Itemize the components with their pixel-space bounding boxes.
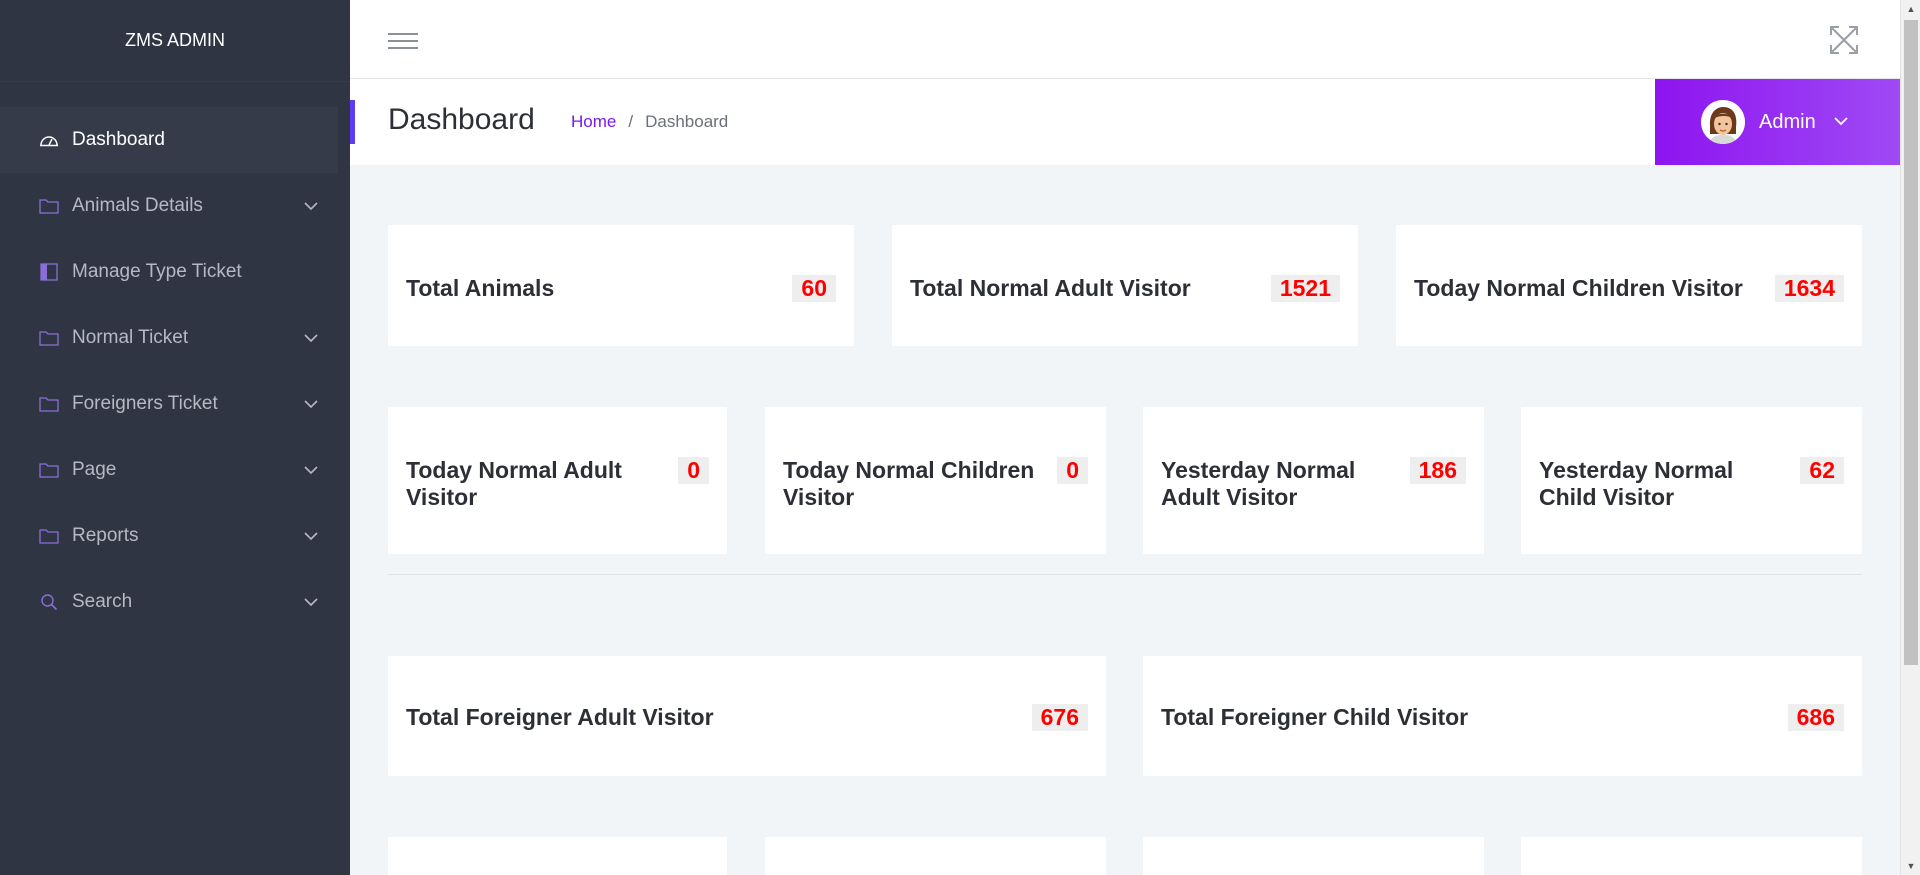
dashboard-gauge-icon xyxy=(38,129,60,151)
stat-label: Total Foreigner Child Visitor xyxy=(1161,704,1469,730)
folder-icon xyxy=(38,459,60,481)
stat-label: Yesterday Normal Adult Visitor xyxy=(1161,457,1356,510)
scrollbar-thumb[interactable] xyxy=(1904,20,1918,665)
breadcrumb-current: Dashboard xyxy=(645,112,729,131)
topbar xyxy=(350,0,1900,79)
folder-icon xyxy=(38,195,60,217)
scroll-up-arrow-icon[interactable]: ▲ xyxy=(1901,0,1920,18)
stat-label: Total Animals xyxy=(406,275,555,301)
chevron-down-icon xyxy=(302,527,320,545)
chevron-down-icon xyxy=(302,461,320,479)
stat-value: 0 xyxy=(678,457,709,484)
stat-value: 1521 xyxy=(1270,275,1340,302)
stat-value: 0 xyxy=(1057,457,1088,484)
stat-card: Total Normal Adult Visitor 1521 xyxy=(892,225,1358,346)
stat-value: 186 xyxy=(1409,457,1466,484)
stat-card: Today Normal Children Visitor 1634 xyxy=(1396,225,1862,346)
stat-label: Total Normal Adult Visitor xyxy=(910,275,1191,301)
scroll-down-arrow-icon[interactable]: ▼ xyxy=(1901,857,1920,875)
sidebar-item-label: Normal Ticket xyxy=(72,327,189,348)
stat-card xyxy=(1521,837,1862,875)
chevron-down-icon xyxy=(302,593,320,611)
sidebar-item-label: Search xyxy=(72,591,133,612)
sidebar-item-search[interactable]: Search xyxy=(0,569,350,635)
sidebar-item-reports[interactable]: Reports xyxy=(0,503,350,569)
stat-card: Today Normal Adult Visitor 0 xyxy=(388,407,727,554)
user-name: Admin xyxy=(1759,110,1816,133)
stat-label: Yesterday Normal Child Visitor xyxy=(1539,457,1734,510)
layout-icon xyxy=(38,261,60,283)
stat-card: Total Foreigner Child Visitor 686 xyxy=(1143,656,1862,776)
hamburger-menu-icon[interactable] xyxy=(388,33,418,55)
stat-card: Total Animals 60 xyxy=(388,225,854,346)
stat-card: Yesterday Normal Child Visitor 62 xyxy=(1521,407,1862,554)
search-icon xyxy=(38,591,60,613)
chevron-down-icon xyxy=(1834,113,1848,131)
fullscreen-icon[interactable] xyxy=(1828,24,1860,56)
breadcrumb-home-link[interactable]: Home xyxy=(571,112,616,132)
page-header: Dashboard Home / Dashboard Admin xyxy=(350,79,1900,165)
stat-label: Today Normal Adult Visitor xyxy=(406,457,622,510)
stat-label: Today Normal Children Visitor xyxy=(1414,275,1743,301)
stat-card xyxy=(765,837,1106,875)
stat-card xyxy=(388,837,727,875)
chevron-down-icon xyxy=(302,329,320,347)
stat-card: Yesterday Normal Adult Visitor 186 xyxy=(1143,407,1484,554)
section-divider xyxy=(388,574,1862,575)
stat-value: 60 xyxy=(792,275,836,302)
sidebar-item-label: Reports xyxy=(72,525,139,546)
sidebar-item-label: Foreigners Ticket xyxy=(72,393,218,414)
stat-label: Today Normal Children Visitor xyxy=(783,457,1035,510)
brand-logo[interactable]: ZMS ADMIN xyxy=(0,0,350,82)
chevron-down-icon xyxy=(302,197,320,215)
stat-value: 62 xyxy=(1800,457,1844,484)
chevron-down-icon xyxy=(302,395,320,413)
folder-icon xyxy=(38,525,60,547)
stat-label: Total Foreigner Adult Visitor xyxy=(406,704,714,730)
sidebar-item-label: Dashboard xyxy=(72,129,165,150)
stat-card: Total Foreigner Adult Visitor 676 xyxy=(388,656,1106,776)
sidebar-item-dashboard[interactable]: Dashboard xyxy=(0,107,338,173)
folder-icon xyxy=(38,393,60,415)
sidebar-item-label: Page xyxy=(72,459,117,480)
stat-value: 686 xyxy=(1787,704,1844,731)
sidebar-item-normal-ticket[interactable]: Normal Ticket xyxy=(0,305,350,371)
stat-card: Today Normal Children Visitor 0 xyxy=(765,407,1106,554)
user-menu-button[interactable]: Admin xyxy=(1655,79,1900,165)
breadcrumb-separator: / xyxy=(628,112,634,131)
stat-card xyxy=(1143,837,1484,875)
sidebar-menu: Dashboard Animals Details Manage Type Ti… xyxy=(0,107,350,635)
stat-value: 676 xyxy=(1031,704,1088,731)
sidebar-item-label: Animals Details xyxy=(72,195,203,216)
breadcrumb: Home / Dashboard xyxy=(571,112,728,132)
sidebar-item-label: Manage Type Ticket xyxy=(72,261,242,282)
page-scrollbar[interactable]: ▲ ▼ xyxy=(1900,0,1920,875)
sidebar-item-animals-details[interactable]: Animals Details xyxy=(0,173,350,239)
folder-icon xyxy=(38,327,60,349)
stat-value: 1634 xyxy=(1774,275,1844,302)
header-accent-bar xyxy=(350,100,355,144)
sidebar-item-foreigners-ticket[interactable]: Foreigners Ticket xyxy=(0,371,350,437)
page-title: Dashboard xyxy=(388,103,535,136)
avatar xyxy=(1701,100,1745,144)
sidebar-item-manage-type-ticket[interactable]: Manage Type Ticket xyxy=(0,239,350,305)
sidebar-item-page[interactable]: Page xyxy=(0,437,350,503)
sidebar: ZMS ADMIN Dashboard Animals Details Mana… xyxy=(0,0,350,875)
